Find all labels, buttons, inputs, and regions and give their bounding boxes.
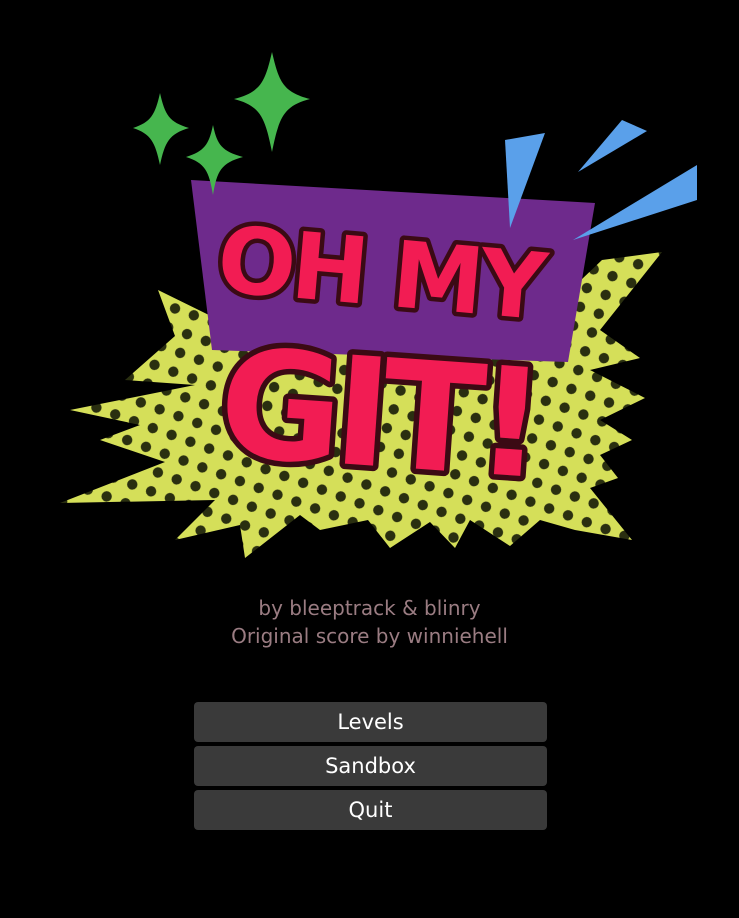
game-logo: OH MY GIT! [0, 0, 739, 580]
sandbox-button[interactable]: Sandbox [194, 746, 547, 786]
sparkle-icon [133, 93, 189, 165]
logo-artwork: OH MY GIT! [60, 52, 697, 558]
credits-authors: by bleeptrack & blinry [258, 596, 481, 620]
shard-icon [578, 120, 647, 172]
credits-score: Original score by winniehell [231, 624, 508, 648]
quit-button[interactable]: Quit [194, 790, 547, 830]
credits: by bleeptrack & blinry Original score by… [0, 594, 739, 650]
main-menu: Levels Sandbox Quit [194, 702, 547, 834]
shard-icon [573, 165, 697, 240]
levels-button[interactable]: Levels [194, 702, 547, 742]
logo-line-git: GIT! [214, 317, 543, 513]
sparkle-icon [234, 52, 310, 152]
